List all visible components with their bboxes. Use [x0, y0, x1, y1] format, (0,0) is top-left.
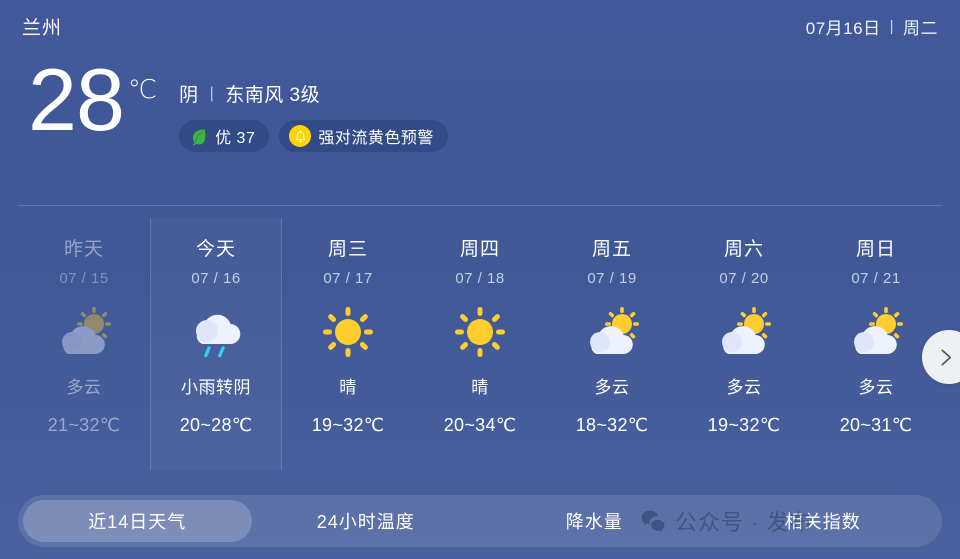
leaf-icon [189, 127, 208, 146]
air-quality-label: 优 37 [215, 130, 256, 147]
partly-cloudy-icon [708, 301, 780, 363]
day-temperature: 20~31℃ [839, 415, 913, 435]
city-name[interactable]: 兰州 [22, 13, 62, 40]
day-temperature: 19~32℃ [707, 415, 781, 435]
weekday-text: 周二 [903, 18, 938, 38]
day-name: 周日 [855, 239, 896, 260]
partly-cloudy-icon [840, 301, 912, 363]
forecast-day-yesterday[interactable]: 昨天 07 / 15 多云 21~32℃ [18, 218, 150, 470]
day-date: 07 / 16 [191, 270, 241, 287]
wind-text: 东南风 3级 [225, 85, 321, 106]
day-temperature: 18~32℃ [575, 415, 649, 435]
tab-14day-weather[interactable]: 近14日天气 [23, 500, 252, 542]
day-description: 小雨转阴 [181, 378, 251, 397]
chevron-right-icon [940, 348, 955, 367]
day-description: 多云 [66, 378, 102, 397]
air-quality-badge[interactable]: 优 37 [179, 120, 270, 152]
section-divider [18, 205, 942, 206]
day-date: 07 / 17 [323, 270, 373, 287]
bell-icon [289, 125, 312, 147]
day-name: 周五 [591, 239, 632, 260]
date-separator: | [889, 17, 894, 35]
day-name: 周六 [723, 239, 764, 260]
partly-cloudy-icon [48, 301, 120, 363]
day-description: 多云 [726, 378, 762, 397]
temperature-row: 28 ℃ 阴 | 东南风 3级 优 37 强对流黄色预警 [22, 56, 938, 152]
weather-alert-label: 强对流黄色预警 [318, 130, 434, 147]
condition-column: 阴 | 东南风 3级 优 37 强对流黄色预警 [179, 80, 448, 152]
forecast-row: 昨天 07 / 15 多云 21~32℃ 今天 07 / 16 小雨转阴 20~… [18, 218, 942, 470]
day-name: 昨天 [63, 239, 104, 260]
day-name: 周四 [459, 239, 500, 260]
condition-line: 阴 | 东南风 3级 [179, 80, 448, 107]
day-date: 07 / 20 [719, 270, 769, 287]
sunny-icon [444, 301, 516, 363]
tab-precipitation[interactable]: 降水量 [480, 500, 709, 542]
forecast-day-today[interactable]: 今天 07 / 16 小雨转阴 20~28℃ [150, 218, 282, 470]
day-description: 多云 [858, 378, 894, 397]
date-text: 07月16日 [805, 18, 881, 38]
condition-text: 阴 [179, 85, 199, 106]
day-date: 07 / 18 [455, 270, 505, 287]
day-name: 周三 [327, 239, 368, 260]
day-date: 07 / 15 [59, 270, 109, 287]
light-rain-icon [180, 301, 252, 363]
day-date: 07 / 21 [851, 270, 901, 287]
date-display: 07月16日 | 周二 [806, 14, 938, 39]
day-temperature: 20~34℃ [443, 415, 517, 435]
day-description: 多云 [594, 378, 630, 397]
tab-24hour-temperature[interactable]: 24小时温度 [252, 500, 481, 542]
bottom-tab-bar: 近14日天气 24小时温度 降水量 相关指数 [18, 495, 942, 547]
sunny-icon [312, 301, 384, 363]
tab-related-index[interactable]: 相关指数 [709, 500, 938, 542]
forecast-day-thursday[interactable]: 周四 07 / 18 晴 20~34℃ [414, 218, 546, 470]
forecast-day-friday[interactable]: 周五 07 / 19 多云 18~32℃ [546, 218, 678, 470]
day-date: 07 / 19 [587, 270, 637, 287]
top-bar: 兰州 07月16日 | 周二 [0, 0, 960, 52]
badge-row: 优 37 强对流黄色预警 [179, 120, 448, 152]
temperature-unit: ℃ [127, 74, 158, 104]
forecast-day-wednesday[interactable]: 周三 07 / 17 晴 19~32℃ [282, 218, 414, 470]
day-temperature: 20~28℃ [179, 415, 253, 435]
condition-separator: | [209, 84, 215, 102]
forecast-day-sunday[interactable]: 周日 07 / 21 多云 20~31℃ [810, 218, 942, 470]
day-description: 晴 [339, 378, 357, 397]
weather-app: 兰州 07月16日 | 周二 28 ℃ 阴 | 东南风 3级 优 37 强对流黄… [0, 0, 960, 559]
day-temperature: 21~32℃ [47, 415, 121, 435]
current-conditions: 28 ℃ 阴 | 东南风 3级 优 37 强对流黄色预警 [22, 56, 938, 186]
day-description: 晴 [471, 378, 489, 397]
current-temperature: 28 [28, 50, 125, 149]
partly-cloudy-icon [576, 301, 648, 363]
day-name: 今天 [195, 239, 236, 260]
day-temperature: 19~32℃ [311, 415, 385, 435]
forecast-day-saturday[interactable]: 周六 07 / 20 多云 19~32℃ [678, 218, 810, 470]
weather-alert-badge[interactable]: 强对流黄色预警 [279, 120, 448, 152]
